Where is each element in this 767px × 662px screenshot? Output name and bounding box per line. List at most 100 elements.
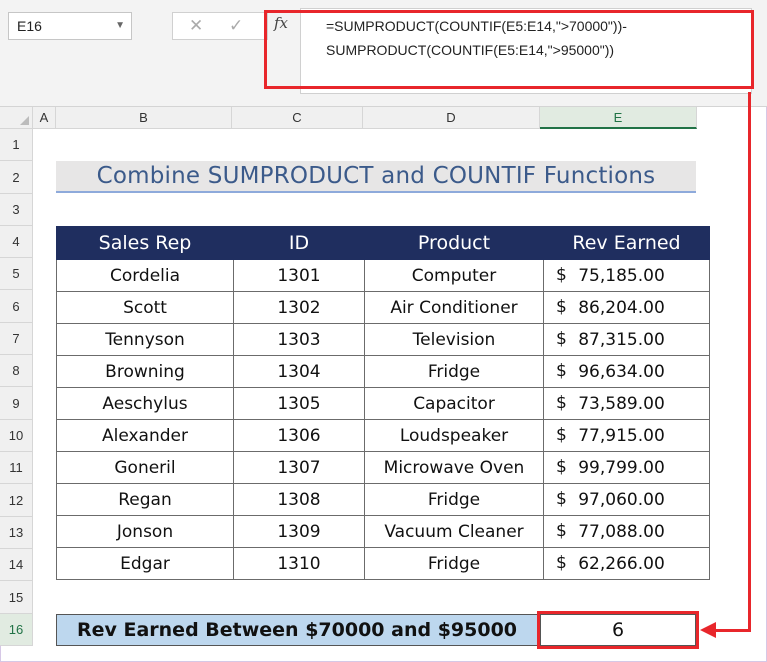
cell-product[interactable]: Vacuum Cleaner [364, 515, 544, 548]
table-header-row: Sales Rep ID Product Rev Earned [56, 226, 710, 260]
cell-rev-earned[interactable]: $77,915.00 [543, 419, 710, 452]
cell-rev-earned[interactable]: $62,266.00 [543, 547, 710, 580]
cell-product[interactable]: Computer [364, 259, 544, 292]
cell-rev-earned[interactable]: $77,088.00 [543, 515, 710, 548]
formula-highlight [264, 10, 754, 89]
cell-sales-rep[interactable]: Aeschylus [56, 387, 234, 420]
row-header-15[interactable]: 15 [0, 581, 33, 614]
column-header-b[interactable]: B [56, 107, 232, 129]
row-header-14[interactable]: 14 [0, 549, 33, 581]
row-header-12[interactable]: 12 [0, 484, 33, 517]
cell-id[interactable]: 1305 [233, 387, 365, 420]
cell-id[interactable]: 1306 [233, 419, 365, 452]
name-box[interactable]: E16 ▼ [8, 12, 132, 40]
row-header-5[interactable]: 5 [0, 258, 33, 290]
row-header-4[interactable]: 4 [0, 226, 33, 258]
cell-product[interactable]: Fridge [364, 483, 544, 516]
rev-value: 86,204.00 [578, 297, 665, 318]
cell-sales-rep[interactable]: Cordelia [56, 259, 234, 292]
row-header-10[interactable]: 10 [0, 420, 33, 452]
table-row: Cordelia 1301 Computer $75,185.00 [56, 259, 710, 292]
sheet-title: Combine SUMPRODUCT and COUNTIF Functions [56, 161, 696, 193]
column-header-e[interactable]: E [540, 107, 697, 129]
currency-symbol: $ [556, 457, 567, 477]
cell-sales-rep[interactable]: Browning [56, 355, 234, 388]
column-header-c[interactable]: C [232, 107, 363, 129]
currency-symbol: $ [556, 329, 567, 349]
cell-id[interactable]: 1308 [233, 483, 365, 516]
header-id[interactable]: ID [233, 226, 365, 260]
result-label[interactable]: Rev Earned Between $70000 and $95000 [56, 614, 538, 646]
rev-value: 97,060.00 [578, 489, 665, 510]
currency-symbol: $ [556, 265, 567, 285]
cell-id[interactable]: 1302 [233, 291, 365, 324]
currency-symbol: $ [556, 489, 567, 509]
cell-rev-earned[interactable]: $99,799.00 [543, 451, 710, 484]
rev-value: 73,589.00 [578, 393, 665, 414]
cell-sales-rep[interactable]: Regan [56, 483, 234, 516]
cell-id[interactable]: 1301 [233, 259, 365, 292]
cell-rev-earned[interactable]: $86,204.00 [543, 291, 710, 324]
cell-rev-earned[interactable]: $73,589.00 [543, 387, 710, 420]
formula-tools: ✕ ✓ [172, 12, 268, 40]
cell-sales-rep[interactable]: Tennyson [56, 323, 234, 356]
rev-value: 87,315.00 [578, 329, 665, 350]
row-header-6[interactable]: 6 [0, 290, 33, 323]
cell-sales-rep[interactable]: Edgar [56, 547, 234, 580]
table-row: Edgar 1310 Fridge $62,266.00 [56, 547, 710, 580]
cell-sales-rep[interactable]: Alexander [56, 419, 234, 452]
row-header-9[interactable]: 9 [0, 387, 33, 420]
rev-value: 77,088.00 [578, 521, 665, 542]
cell-rev-earned[interactable]: $96,634.00 [543, 355, 710, 388]
row-header-11[interactable]: 11 [0, 452, 33, 484]
cell-id[interactable]: 1303 [233, 323, 365, 356]
header-product[interactable]: Product [364, 226, 544, 260]
table-row: Goneril 1307 Microwave Oven $99,799.00 [56, 451, 710, 484]
row-header-7[interactable]: 7 [0, 323, 33, 355]
cell-id[interactable]: 1309 [233, 515, 365, 548]
column-header-d[interactable]: D [363, 107, 540, 129]
enter-icon[interactable]: ✓ [229, 16, 243, 36]
table-row: Alexander 1306 Loudspeaker $77,915.00 [56, 419, 710, 452]
cell-product[interactable]: Fridge [364, 547, 544, 580]
header-sales-rep[interactable]: Sales Rep [56, 226, 234, 260]
select-all-corner[interactable] [0, 107, 33, 129]
cell-rev-earned[interactable]: $75,185.00 [543, 259, 710, 292]
result-highlight [537, 611, 699, 649]
row-header-13[interactable]: 13 [0, 517, 33, 549]
cell-product[interactable]: Television [364, 323, 544, 356]
currency-symbol: $ [556, 425, 567, 445]
row-header-16[interactable]: 16 [0, 614, 33, 646]
cell-sales-rep[interactable]: Scott [56, 291, 234, 324]
cell-product[interactable]: Air Conditioner [364, 291, 544, 324]
currency-symbol: $ [556, 521, 567, 541]
cell-id[interactable]: 1304 [233, 355, 365, 388]
cell-product[interactable]: Microwave Oven [364, 451, 544, 484]
cell-id[interactable]: 1307 [233, 451, 365, 484]
cancel-icon[interactable]: ✕ [189, 16, 203, 36]
rev-value: 77,915.00 [578, 425, 665, 446]
currency-symbol: $ [556, 553, 567, 573]
rev-value: 62,266.00 [578, 553, 665, 574]
cell-sales-rep[interactable]: Jonson [56, 515, 234, 548]
arrow-line-vertical [748, 92, 751, 632]
table-row: Regan 1308 Fridge $97,060.00 [56, 483, 710, 516]
chevron-down-icon[interactable]: ▼ [115, 13, 125, 39]
cell-product[interactable]: Loudspeaker [364, 419, 544, 452]
table-row: Browning 1304 Fridge $96,634.00 [56, 355, 710, 388]
cell-product[interactable]: Capacitor [364, 387, 544, 420]
cell-id[interactable]: 1310 [233, 547, 365, 580]
cell-sales-rep[interactable]: Goneril [56, 451, 234, 484]
row-header-8[interactable]: 8 [0, 355, 33, 387]
cell-product[interactable]: Fridge [364, 355, 544, 388]
row-header-2[interactable]: 2 [0, 161, 33, 194]
name-box-value: E16 [17, 18, 42, 34]
row-header-3[interactable]: 3 [0, 194, 33, 226]
column-header-a[interactable]: A [33, 107, 56, 129]
row-header-1[interactable]: 1 [0, 129, 33, 161]
cell-rev-earned[interactable]: $87,315.00 [543, 323, 710, 356]
header-rev-earned[interactable]: Rev Earned [543, 226, 710, 260]
arrow-line-horizontal [716, 629, 751, 632]
currency-symbol: $ [556, 393, 567, 413]
cell-rev-earned[interactable]: $97,060.00 [543, 483, 710, 516]
